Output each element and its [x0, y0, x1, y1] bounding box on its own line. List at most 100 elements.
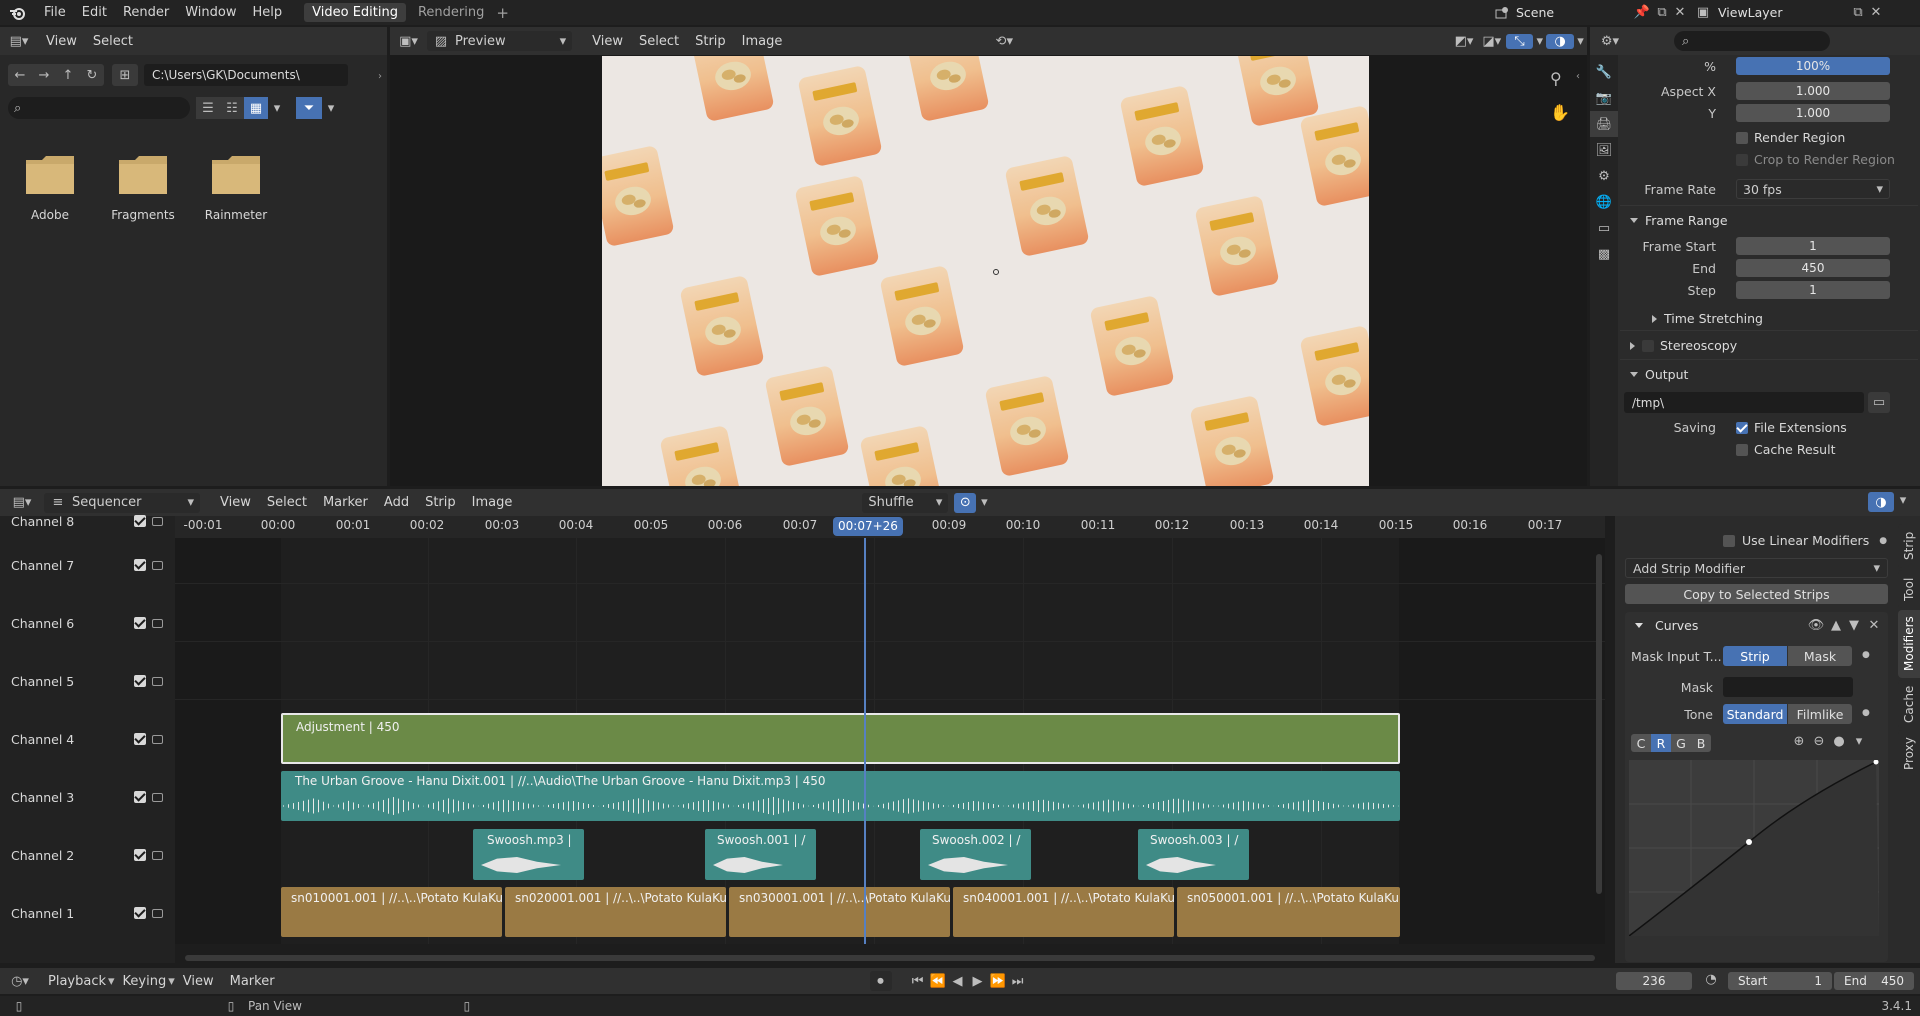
time-stretching-subpanel[interactable]: Time Stretching	[1652, 311, 1763, 326]
aspect-y-field[interactable]: 1.000	[1736, 104, 1890, 122]
copy-to-selected-button[interactable]: Copy to Selected Strips	[1625, 584, 1888, 604]
lock-icon[interactable]	[152, 909, 163, 918]
adjustment-strip[interactable]: Adjustment | 450	[281, 713, 1400, 764]
menu-image[interactable]: Image	[464, 495, 521, 510]
chevron-down-icon[interactable]: ▾	[1533, 34, 1546, 49]
list-horizontal-icon[interactable]: ☷	[220, 97, 244, 119]
jump-keyframe-forward-icon[interactable]: ⏩	[988, 974, 1008, 989]
render-tab-icon[interactable]: 📷	[1590, 85, 1618, 111]
editor-type-icon[interactable]: ▤▾	[0, 495, 44, 510]
jump-keyframe-back-icon[interactable]: ⏪	[928, 974, 948, 989]
menu-file[interactable]: File	[36, 5, 74, 20]
close-icon[interactable]: ✕	[1868, 5, 1884, 20]
chevron-down-icon[interactable]: ▾	[268, 101, 286, 116]
menu-window[interactable]: Window	[177, 5, 244, 20]
chevron-down-icon[interactable]: ▾	[1849, 734, 1869, 749]
frame-step-field[interactable]: 1	[1736, 281, 1890, 299]
output-panel-header[interactable]: Output	[1630, 367, 1688, 382]
editor-type-icon[interactable]: ▤▾	[0, 34, 38, 49]
record-icon[interactable]: ⏺	[869, 971, 892, 991]
zoom-icon[interactable]: ⚲	[1550, 69, 1562, 88]
menu-help[interactable]: Help	[245, 5, 291, 20]
frame-rate-dropdown[interactable]: 30 fps ▾	[1736, 179, 1890, 199]
view-layer-tab-icon[interactable]: 🖼	[1590, 137, 1618, 163]
menu-strip[interactable]: Strip	[417, 495, 464, 510]
jump-start-icon[interactable]: ⏮	[908, 974, 928, 989]
lock-icon[interactable]	[152, 619, 163, 628]
decorator-dot-icon[interactable]: ●	[1862, 650, 1870, 660]
view-layer-field[interactable]: ViewLayer	[1718, 5, 1848, 20]
swoosh-strip[interactable]: Swoosh.003 | /	[1138, 829, 1249, 880]
playhead-line[interactable]	[864, 538, 866, 944]
search-input[interactable]: ⌕	[8, 97, 190, 119]
properties-search-input[interactable]: ⌕	[1674, 31, 1830, 51]
image-strip[interactable]: sn030001.001 | //..\..\Potato KulaKul	[729, 887, 950, 937]
gizmo-icon[interactable]: ⤡	[1505, 33, 1534, 49]
channel-mute-checkbox[interactable]	[134, 907, 146, 919]
close-icon[interactable]: ✕	[1672, 5, 1688, 20]
workspace-tab-rendering[interactable]: Rendering	[410, 3, 492, 22]
menu-render[interactable]: Render	[115, 5, 177, 20]
mask-field[interactable]	[1723, 677, 1853, 697]
folder-item[interactable]: Adobe	[18, 154, 82, 222]
play-icon[interactable]: ▶	[968, 974, 988, 989]
menu-view[interactable]: View	[584, 34, 631, 49]
audio-strip[interactable]: The Urban Groove - Hanu Dixit.001 | //..…	[281, 771, 1400, 821]
editor-type-icon[interactable]: ⚙▾	[1590, 34, 1630, 49]
new-scene-icon[interactable]: ⧉	[1652, 5, 1672, 20]
channel-mute-checkbox[interactable]	[134, 515, 146, 527]
mask-input-mask-option[interactable]: Mask	[1788, 646, 1852, 666]
overlay-icon[interactable]: ◪▾	[1478, 34, 1506, 49]
snap-icon[interactable]: ⊙	[954, 492, 977, 513]
sidebar-toggle-icon[interactable]: ‹	[1576, 71, 1580, 82]
current-frame-field[interactable]: 236	[1616, 972, 1692, 990]
collection-tab-icon[interactable]: ▭	[1590, 215, 1618, 241]
tone-filmlike-option[interactable]: Filmlike	[1788, 704, 1852, 724]
menu-marker[interactable]: Marker	[222, 974, 283, 989]
channel-mute-checkbox[interactable]	[134, 617, 146, 629]
menu-edit[interactable]: Edit	[74, 5, 115, 20]
lock-icon[interactable]	[152, 793, 163, 802]
refresh-icon[interactable]: ↻	[80, 64, 104, 86]
list-vertical-icon[interactable]: ☰	[196, 97, 220, 119]
curve-channel-b[interactable]: B	[1691, 734, 1711, 752]
editor-type-icon[interactable]: ▣▾	[390, 34, 427, 49]
workspace-tab-video-editing[interactable]: Video Editing	[304, 3, 406, 22]
scene-field[interactable]: Scene	[1516, 5, 1632, 20]
menu-select[interactable]: Select	[259, 495, 315, 510]
menu-add[interactable]: Add	[376, 495, 417, 510]
channel-mute-checkbox[interactable]	[134, 849, 146, 861]
menu-select[interactable]: Select	[631, 34, 687, 49]
menu-view[interactable]: View	[212, 495, 259, 510]
move-down-icon[interactable]: ▼	[1845, 618, 1863, 633]
frame-end-field[interactable]: 450	[1736, 259, 1890, 277]
image-strip[interactable]: sn040001.001 | //..\..\Potato KulaKul	[953, 887, 1174, 937]
resolution-percent-field[interactable]: 100%	[1736, 57, 1890, 75]
view-type-dropdown[interactable]: ▨ Preview ▾	[426, 31, 573, 51]
output-path-field[interactable]: /tmp\	[1624, 392, 1864, 413]
use-linear-modifiers-checkbox[interactable]: Use Linear Modifiers ●	[1723, 533, 1887, 548]
playhead-label[interactable]: 00:07+26	[833, 517, 903, 536]
curve-channel-c[interactable]: C	[1631, 734, 1651, 752]
overlap-mode-dropdown[interactable]: Shuffle ▾	[862, 492, 949, 513]
frame-start-field[interactable]: 1	[1736, 237, 1890, 255]
zoom-in-icon[interactable]: ⊕	[1789, 734, 1809, 749]
chevron-down-icon[interactable]: ▾	[1574, 34, 1587, 49]
image-strip[interactable]: sn050001.001 | //..\..\Potato KulaKul	[1177, 887, 1400, 937]
menu-keying[interactable]: Keying	[115, 974, 175, 989]
channel-mute-checkbox[interactable]	[134, 675, 146, 687]
sidebar-tab-tool[interactable]: Tool	[1898, 570, 1920, 608]
chevron-down-icon[interactable]: ▾	[976, 495, 992, 510]
menu-view[interactable]: View	[38, 34, 85, 49]
swoosh-strip[interactable]: Swoosh.002 | /	[920, 829, 1031, 880]
preview-range-icon[interactable]: ◔	[1700, 972, 1722, 987]
sidebar-tab-strip[interactable]: Strip	[1898, 524, 1920, 568]
sidebar-tab-modifiers[interactable]: Modifiers	[1898, 610, 1920, 678]
decorator-dot-icon[interactable]: ●	[1862, 708, 1870, 718]
overlays-toggle-icon[interactable]: ◑	[1868, 492, 1894, 512]
zoom-out-icon[interactable]: ⊖	[1809, 734, 1829, 749]
swoosh-strip[interactable]: Swoosh.001 | /	[705, 829, 816, 880]
decorator-dot-icon[interactable]: ●	[1879, 536, 1887, 546]
clipping-dot-icon[interactable]: ●	[1829, 734, 1849, 749]
pan-hand-icon[interactable]: ✋	[1550, 103, 1570, 122]
